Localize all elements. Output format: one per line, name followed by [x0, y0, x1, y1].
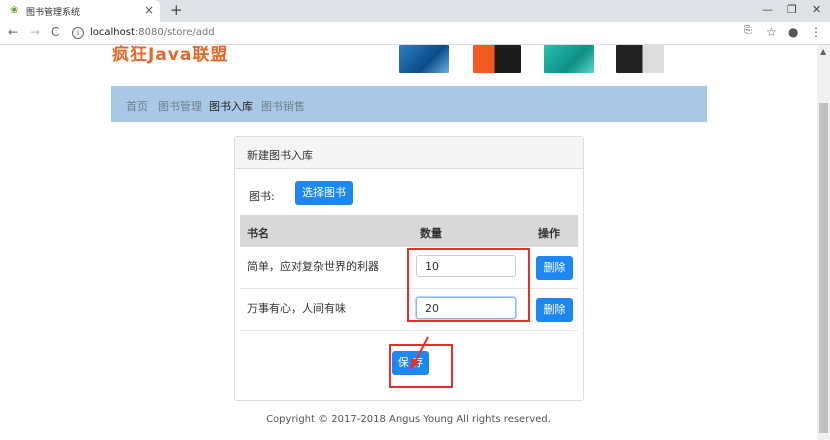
menu-dots-icon[interactable]: ⋮ — [810, 25, 822, 39]
column-header-action: 操作 — [538, 227, 560, 240]
url-host: localhost — [90, 27, 135, 38]
quantity-highlight-box — [407, 248, 530, 322]
main-navbar: 首页 图书管理 图书入库 图书销售 — [111, 86, 707, 122]
translate-icon[interactable]: ⎘ — [744, 25, 752, 36]
site-logo[interactable]: 疯狂Java联盟 — [112, 40, 228, 65]
page-footer: Copyright © 2017-2018 Angus Young All ri… — [266, 414, 551, 425]
delete-button[interactable]: 删除 — [536, 298, 573, 322]
book-title-cell: 万事有心，人间有味 — [247, 302, 346, 315]
book-title-cell: 简单，应对复杂世界的利器 — [247, 260, 379, 273]
url-field[interactable]: localhost:8080/store/add — [90, 27, 215, 38]
delete-button[interactable]: 删除 — [536, 256, 573, 280]
browser-tab-bar: ❀ 图书管理系统 × + — ❐ ✕ — [0, 0, 830, 22]
scroll-up-arrow-icon[interactable]: ▲ — [820, 47, 826, 56]
info-icon[interactable]: i — [72, 27, 84, 39]
new-tab-icon[interactable]: + — [170, 1, 183, 19]
save-highlight-box — [389, 344, 453, 388]
column-header-quantity: 数量 — [420, 227, 442, 240]
choose-book-button[interactable]: 选择图书 — [295, 181, 353, 205]
column-header-title: 书名 — [247, 227, 269, 240]
close-tab-icon[interactable]: × — [144, 3, 154, 17]
banner-book-image — [544, 45, 594, 73]
restore-icon[interactable]: ❐ — [787, 3, 797, 16]
reload-icon[interactable]: C — [51, 25, 59, 39]
forward-icon[interactable]: → — [30, 25, 40, 39]
nav-book-sales[interactable]: 图书销售 — [261, 98, 305, 114]
nav-book-stockin[interactable]: 图书入库 — [209, 98, 253, 114]
page-scrollbar[interactable]: ▲ — [817, 45, 830, 440]
browser-tab[interactable]: ❀ 图书管理系统 × — [0, 0, 160, 22]
table-header: 书名 数量 操作 — [240, 215, 578, 247]
minimize-icon[interactable]: — — [762, 3, 773, 16]
banner-book-image — [616, 45, 664, 73]
scroll-thumb[interactable] — [819, 103, 828, 433]
url-path: :8080/store/add — [134, 27, 215, 38]
nav-book-management[interactable]: 图书管理 — [158, 98, 202, 114]
banner-book-image — [399, 45, 449, 73]
tab-title: 图书管理系统 — [26, 8, 81, 18]
account-icon[interactable]: ● — [788, 25, 798, 39]
leaf-favicon-icon: ❀ — [10, 5, 19, 16]
nav-home[interactable]: 首页 — [126, 98, 148, 114]
panel-title: 新建图书入库 — [247, 149, 313, 162]
panel-header: 新建图书入库 — [235, 137, 583, 169]
book-label: 图书: — [249, 190, 275, 203]
back-icon[interactable]: ← — [8, 25, 18, 39]
banner-book-image — [473, 45, 521, 73]
close-window-icon[interactable]: ✕ — [812, 3, 821, 16]
bookmark-star-icon[interactable]: ☆ — [766, 25, 777, 39]
